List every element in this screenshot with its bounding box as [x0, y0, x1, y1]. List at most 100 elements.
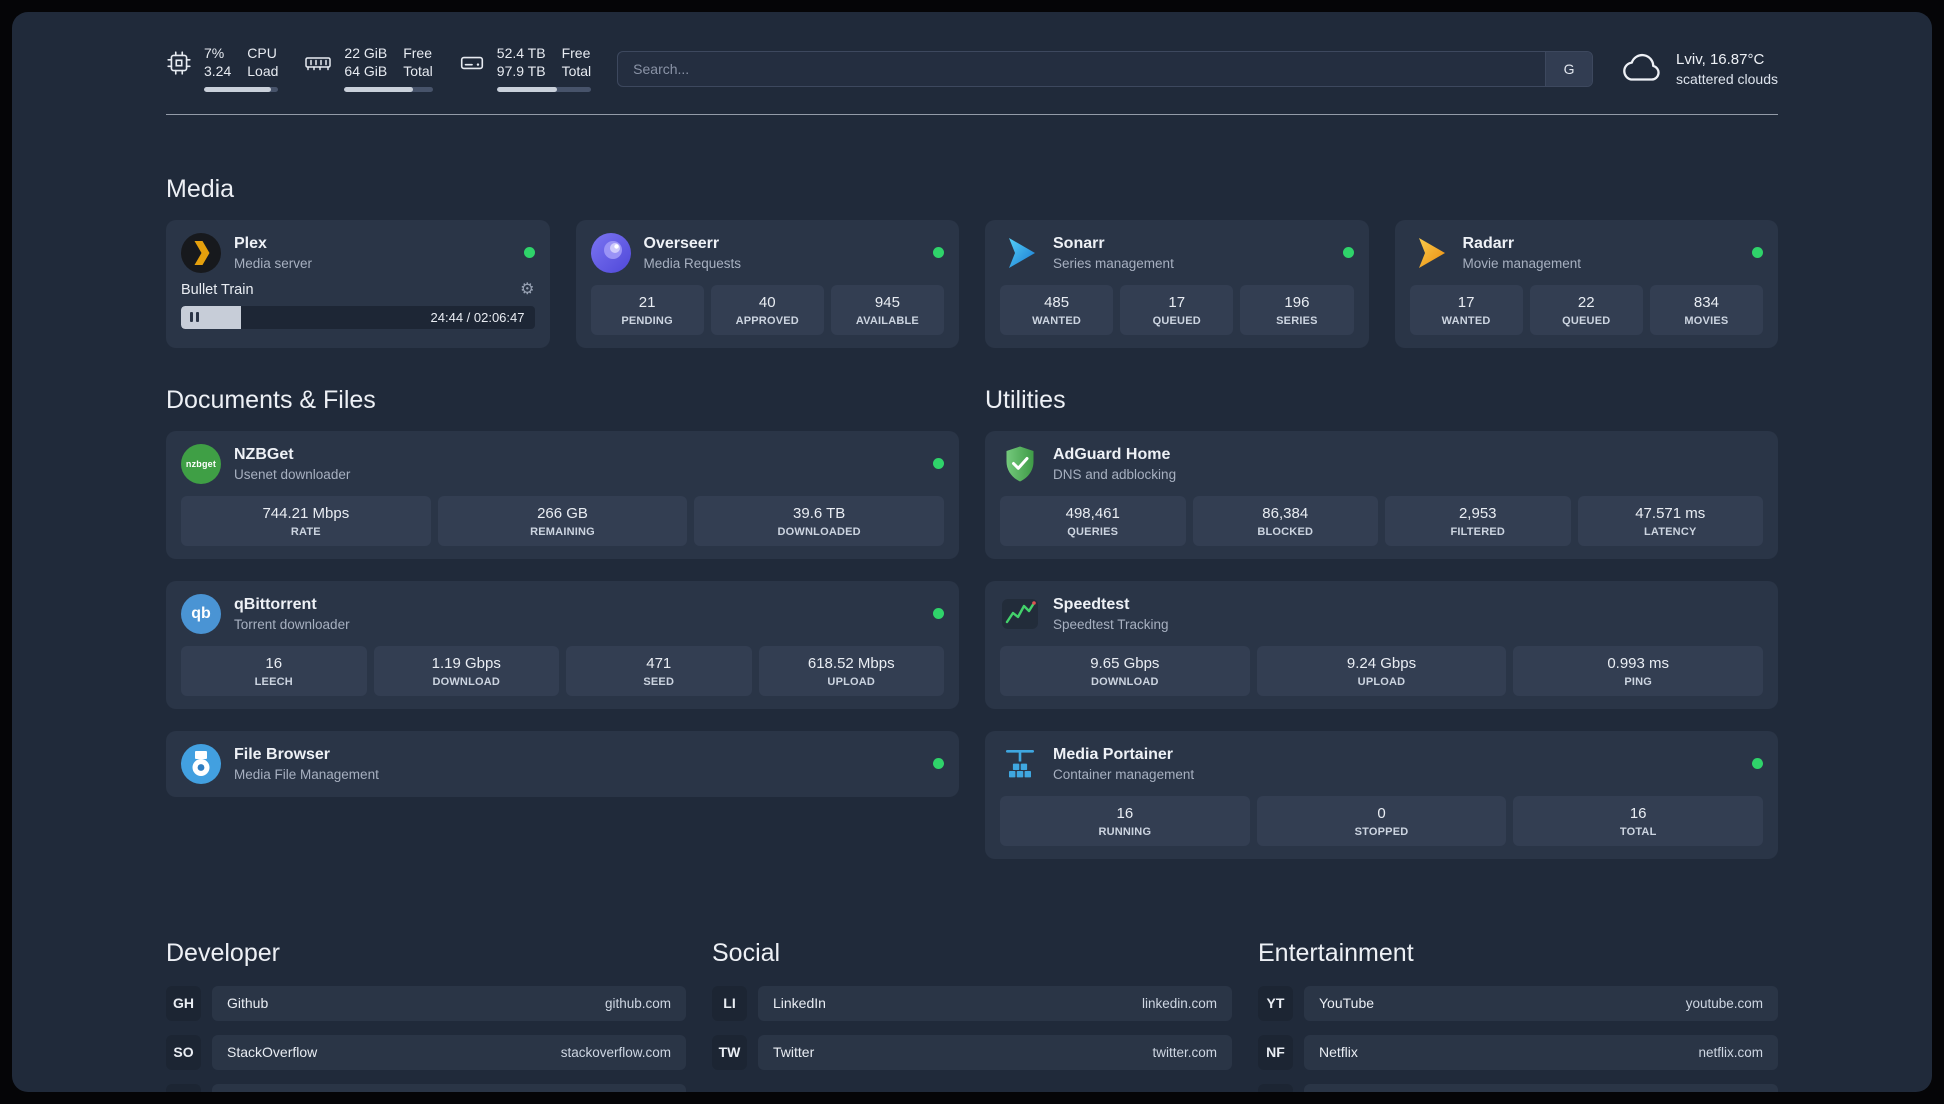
- developer-section-title: Developer: [166, 938, 280, 967]
- adguard-card: AdGuard Home DNS and adblocking 498,461 …: [985, 430, 1778, 559]
- portainer-stat-running: 16 RUNNING: [1000, 795, 1250, 846]
- portainer-stat-total: 16 TOTAL: [1513, 795, 1764, 846]
- cpu-icon: [167, 51, 191, 75]
- portainer-card-header[interactable]: Media Portainer Container management: [1000, 744, 1763, 784]
- cpu-bar-fill: [204, 86, 271, 92]
- speedtest-card-header[interactable]: Speedtest Speedtest Tracking: [1000, 594, 1763, 634]
- sonarr-stat-queued: 17 QUEUED: [1120, 284, 1234, 335]
- nzbget-desc: Usenet downloader: [234, 466, 351, 482]
- sonarr-name: Sonarr: [1053, 234, 1105, 252]
- search-engine-button[interactable]: G: [1545, 51, 1593, 86]
- nzbget-stat-remaining: 266 GB REMAINING: [437, 495, 688, 546]
- sonarr-status-dot: [1342, 247, 1354, 259]
- twitter-link[interactable]: Twitter twitter.com: [758, 1034, 1232, 1070]
- twitter-abbr: TW: [712, 1034, 747, 1070]
- filebrowser-desc: Media File Management: [234, 766, 379, 782]
- adguard-name: AdGuard Home: [1053, 445, 1171, 463]
- plex-status-dot: [523, 247, 535, 259]
- nzbget-status-dot: [933, 458, 944, 470]
- weather-widget[interactable]: Lviv, 16.87°C scattered clouds: [1619, 51, 1778, 87]
- social-section-title: Social: [712, 938, 781, 967]
- plex-now-playing: Bullet Train ⚙ 24:44 / 02:06:47: [181, 281, 535, 329]
- portainer-card: Media Portainer Container management 16 …: [985, 730, 1778, 859]
- qbittorrent-card-header[interactable]: qb qBittorrent Torrent downloader: [181, 593, 944, 634]
- bookmark-linkedin: LI LinkedIn linkedin.com: [712, 985, 1232, 1021]
- overseerr-stat-approved: 40 APPROVED: [710, 284, 824, 335]
- filebrowser-card-header[interactable]: File Browser Media File Management: [181, 743, 944, 784]
- adguard-stat-filtered: 2,953 FILTERED: [1385, 495, 1571, 546]
- section-entertainment: Entertainment YT YouTube youtube.com NF …: [1258, 939, 1778, 1092]
- radarr-name: Radarr: [1462, 234, 1515, 252]
- gear-icon[interactable]: ⚙: [520, 281, 534, 298]
- weather-condition: scattered clouds: [1676, 70, 1778, 87]
- qbittorrent-stat-upload: 618.52 Mbps UPLOAD: [758, 645, 944, 696]
- portainer-desc: Container management: [1053, 766, 1195, 782]
- youtube-link[interactable]: YouTube youtube.com: [1304, 985, 1778, 1021]
- linkedin-link[interactable]: LinkedIn linkedin.com: [758, 985, 1232, 1021]
- speedtest-stat-download: 9.65 Gbps DOWNLOAD: [1000, 645, 1250, 696]
- screen-frame: 7% 3.24 CPU Load 22 GiB 64 GiB Free Tota…: [0, 0, 1944, 1104]
- weather-location: Lviv, 16.87°C: [1676, 50, 1765, 68]
- adguard-stat-blocked: 86,384 BLOCKED: [1192, 495, 1378, 546]
- overseerr-stat-pending: 21 PENDING: [590, 284, 704, 335]
- documents-section-title: Documents & Files: [166, 385, 376, 414]
- sonarr-card: Sonarr Series management 485 WANTED 17 Q…: [985, 219, 1369, 348]
- plex-name: Plex: [234, 234, 267, 252]
- ram-free-label: Free: [403, 45, 433, 61]
- dev-abbr: DT: [166, 1083, 201, 1092]
- speedtest-stat-upload: 9.24 Gbps UPLOAD: [1256, 645, 1507, 696]
- disk-icon: [460, 56, 483, 70]
- cloud-icon: [1623, 53, 1660, 81]
- sonarr-card-header[interactable]: Sonarr Series management: [1000, 233, 1354, 273]
- playback-progress-bar[interactable]: 24:44 / 02:06:47: [181, 305, 535, 329]
- radarr-card-header[interactable]: Radarr Movie management: [1410, 233, 1763, 273]
- overseerr-card-header[interactable]: Overseerr Media Requests: [590, 232, 944, 273]
- qbittorrent-desc: Torrent downloader: [234, 616, 350, 632]
- portainer-name: Media Portainer: [1053, 745, 1174, 763]
- bookmark-dev: DT DEV dev.to: [166, 1083, 686, 1092]
- stackoverflow-link[interactable]: StackOverflow stackoverflow.com: [212, 1034, 686, 1070]
- stackoverflow-abbr: SO: [166, 1034, 201, 1070]
- overseerr-icon: [590, 232, 631, 273]
- cpu-load-label: Load: [247, 63, 279, 80]
- reddit-link[interactable]: Reddit reddit.com: [1304, 1083, 1778, 1092]
- cpu-label: CPU: [247, 45, 277, 61]
- speedtest-desc: Speedtest Tracking: [1053, 616, 1169, 632]
- section-documents: Documents & Files nzbget NZBGet Usenet d…: [166, 386, 959, 881]
- ram-icon: [305, 57, 332, 71]
- playback-time: 24:44 / 02:06:47: [430, 309, 525, 325]
- nzbget-stat-downloaded: 39.6 TB DOWNLOADED: [694, 495, 945, 546]
- disk-free-label: Free: [561, 45, 591, 61]
- portainer-status-dot: [1752, 758, 1763, 770]
- radarr-status-dot: [1752, 247, 1763, 259]
- topbar-divider: [166, 113, 1778, 115]
- overseerr-desc: Media Requests: [643, 255, 742, 271]
- linkedin-abbr: LI: [712, 985, 747, 1021]
- qbittorrent-card: qb qBittorrent Torrent downloader 16 LEE…: [166, 580, 959, 709]
- plex-card-header[interactable]: Plex Media server: [181, 232, 535, 273]
- nzbget-icon: nzbget: [181, 443, 221, 484]
- dev-link[interactable]: DEV dev.to: [212, 1083, 686, 1092]
- nzbget-card-header[interactable]: nzbget NZBGet Usenet downloader: [181, 443, 944, 484]
- adguard-card-header[interactable]: AdGuard Home DNS and adblocking: [1000, 444, 1763, 484]
- nzbget-name: NZBGet: [234, 445, 294, 463]
- plex-desc: Media server: [234, 255, 313, 271]
- search-input[interactable]: [618, 51, 1546, 86]
- ram-total-value: 64 GiB: [344, 63, 388, 80]
- radarr-stat-queued: 22 QUEUED: [1529, 284, 1643, 335]
- github-link[interactable]: Github github.com: [212, 985, 686, 1021]
- github-abbr: GH: [166, 985, 201, 1021]
- sonarr-icon: [1009, 237, 1035, 268]
- portainer-stat-stopped: 0 STOPPED: [1256, 795, 1507, 846]
- cpu-metric: 7% 3.24 CPU Load: [166, 45, 279, 92]
- plex-card: Plex Media server Bullet Train ⚙ 24:44 /…: [166, 219, 550, 348]
- ram-total-label: Total: [403, 63, 433, 80]
- speedtest-name: Speedtest: [1053, 595, 1130, 613]
- overseerr-name: Overseerr: [643, 234, 720, 252]
- adguard-icon: [1006, 446, 1034, 482]
- netflix-link[interactable]: Netflix netflix.com: [1304, 1034, 1778, 1070]
- nzbget-card: nzbget NZBGet Usenet downloader 744.21 M…: [166, 430, 959, 559]
- bookmark-stackoverflow: SO StackOverflow stackoverflow.com: [166, 1034, 686, 1070]
- pause-icon[interactable]: [190, 312, 199, 323]
- radarr-icon: [1418, 237, 1445, 268]
